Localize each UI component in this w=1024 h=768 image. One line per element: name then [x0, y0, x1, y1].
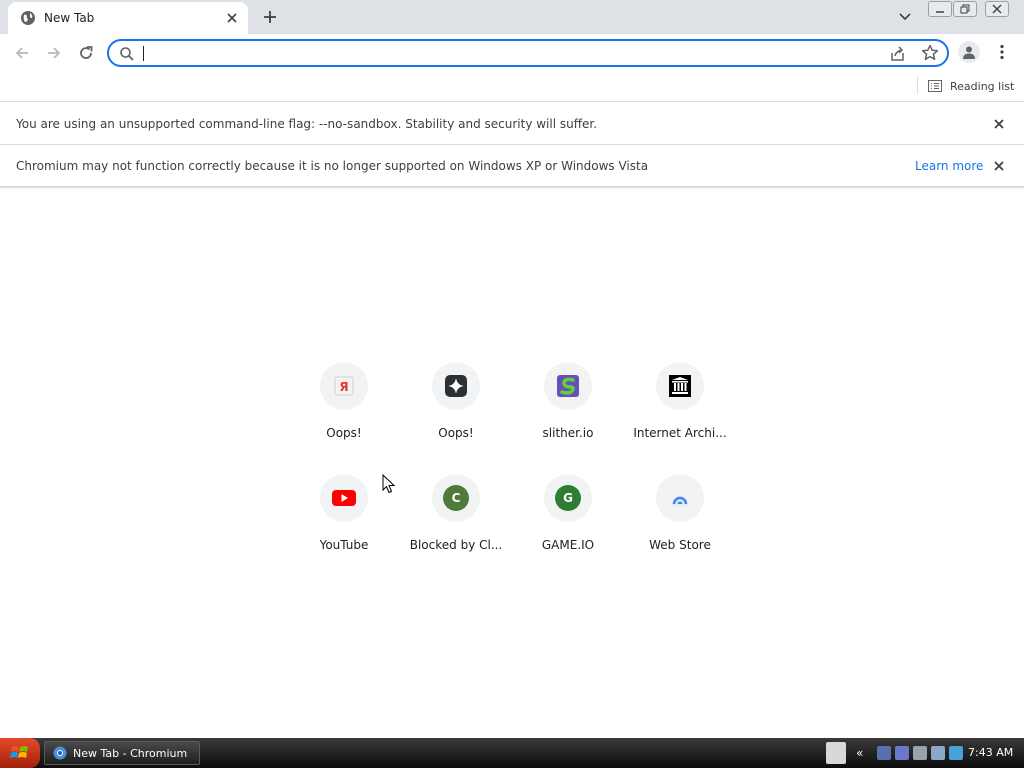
- shortcut-tile-slither[interactable]: slither.io: [512, 362, 624, 474]
- svg-text:Я: Я: [339, 380, 348, 394]
- shortcut-label: GAME.IO: [541, 538, 595, 552]
- sparkle-icon: [445, 375, 467, 397]
- infobar-message: Chromium may not function correctly beca…: [16, 159, 649, 173]
- close-icon[interactable]: [990, 115, 1008, 133]
- shortcut-label: Internet Archi...: [633, 426, 727, 440]
- profile-avatar-icon[interactable]: [958, 41, 980, 63]
- letter-c-icon: C: [443, 485, 469, 511]
- archive-icon: [669, 375, 691, 397]
- reload-button[interactable]: [72, 39, 100, 67]
- forward-button[interactable]: [40, 39, 68, 67]
- search-icon: [120, 47, 134, 61]
- shortcut-letter: G: [563, 491, 573, 505]
- web-store-icon: [671, 496, 689, 507]
- shortcut-letter: C: [451, 491, 461, 505]
- youtube-icon: [332, 490, 356, 506]
- bookmarks-separator: [917, 76, 918, 94]
- learn-more-link[interactable]: Learn more: [915, 159, 983, 173]
- shortcut-tile-blocked[interactable]: C Blocked by Cl...: [400, 474, 512, 586]
- volume-icon[interactable]: [931, 746, 946, 760]
- mouse-cursor-icon: [382, 474, 396, 494]
- taskbar-item-chromium[interactable]: New Tab - Chromium: [44, 741, 200, 765]
- share-icon[interactable]: [889, 45, 907, 63]
- shortcut-tile-internet-archive[interactable]: Internet Archi...: [624, 362, 736, 474]
- start-button[interactable]: [0, 738, 40, 768]
- omnibox[interactable]: [107, 39, 949, 67]
- taskbar: New Tab - Chromium « 7:43 AM: [0, 738, 1024, 768]
- shortcut-tile-oops-2[interactable]: Oops!: [400, 362, 512, 474]
- globe-icon: [21, 11, 35, 25]
- back-button[interactable]: [8, 39, 36, 67]
- tab-close-icon[interactable]: [223, 9, 241, 27]
- new-tab-button[interactable]: [258, 5, 282, 29]
- letter-g-icon: G: [555, 485, 581, 511]
- slither-icon: [557, 375, 579, 397]
- omnibox-input[interactable]: [141, 44, 881, 62]
- infobar-message: You are using an unsupported command-lin…: [16, 117, 598, 131]
- tab-new-tab[interactable]: New Tab: [8, 2, 248, 34]
- shortcut-label: Oops!: [438, 426, 474, 440]
- bookmark-star-icon[interactable]: [921, 44, 939, 62]
- text-caret: [143, 46, 144, 61]
- shortcut-label: Web Store: [649, 538, 711, 552]
- close-icon[interactable]: [990, 157, 1008, 175]
- reading-list-button[interactable]: Reading list: [928, 76, 1014, 96]
- shortcut-tile-web-store[interactable]: Web Store: [624, 474, 736, 586]
- tab-title: New Tab: [44, 11, 95, 25]
- yandex-icon: Я: [334, 376, 354, 396]
- shortcut-tile-game-io[interactable]: G GAME.IO: [512, 474, 624, 586]
- shortcut-label: Blocked by Cl...: [409, 538, 503, 552]
- infobar-no-sandbox: You are using an unsupported command-lin…: [0, 103, 1024, 145]
- toolbar: [0, 34, 1024, 72]
- shortcut-label: slither.io: [542, 426, 594, 440]
- close-window-button[interactable]: [985, 1, 1009, 17]
- reading-list-icon: [928, 80, 942, 92]
- clock: 7:43 AM: [968, 746, 1014, 759]
- bookmarks-bar: Reading list: [0, 72, 1024, 102]
- tray-expand-icon[interactable]: «: [856, 746, 863, 760]
- monitor-icon[interactable]: [895, 746, 910, 760]
- tab-strip: New Tab: [0, 0, 1024, 34]
- keyboard-icon[interactable]: [826, 742, 846, 764]
- reading-list-label: Reading list: [950, 79, 1015, 93]
- windows-logo-icon: [10, 746, 28, 758]
- taskbar-item-label: New Tab - Chromium: [73, 746, 188, 760]
- shortcut-tile-oops-1[interactable]: Я Oops!: [288, 362, 400, 474]
- kebab-menu-icon[interactable]: [992, 41, 1012, 63]
- security-icon[interactable]: [949, 746, 964, 760]
- infobar-shadow: [0, 186, 1024, 189]
- shortcut-label: Oops!: [326, 426, 362, 440]
- network-icon[interactable]: [877, 746, 892, 760]
- tab-search-chevron-icon[interactable]: [894, 6, 916, 28]
- chromium-icon: [53, 746, 67, 760]
- infobar-unsupported-os: Chromium may not function correctly beca…: [0, 145, 1024, 187]
- tools-icon[interactable]: [913, 746, 928, 760]
- minimize-button[interactable]: [928, 1, 952, 17]
- restore-button[interactable]: [953, 1, 977, 17]
- shortcut-label: YouTube: [319, 538, 369, 552]
